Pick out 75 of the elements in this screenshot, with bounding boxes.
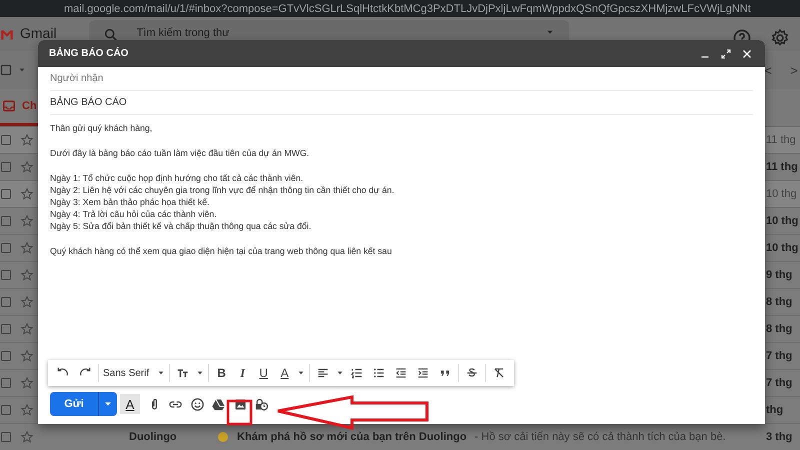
indent-more-icon[interactable]: [416, 366, 430, 380]
star-icon[interactable]: [20, 349, 34, 363]
font-dropdown[interactable]: Sans Serif: [103, 368, 166, 378]
app-name: Gmail: [20, 26, 57, 40]
checkbox-icon[interactable]: [0, 377, 12, 389]
checkbox-icon[interactable]: [0, 134, 12, 146]
close-icon[interactable]: [741, 48, 753, 60]
message-date: 10 thg: [766, 188, 798, 200]
checkbox-icon[interactable]: [0, 64, 12, 76]
checkbox-icon[interactable]: [0, 323, 12, 335]
body-text: Ngày 4: Trả lời câu hỏi của các thành viên.: [50, 208, 218, 220]
lock-clock-icon[interactable]: [254, 396, 269, 412]
subject-field[interactable]: BẢNG BÁO CÁO: [50, 91, 753, 115]
star-icon[interactable]: [20, 133, 34, 147]
italic-button[interactable]: I: [236, 366, 250, 380]
message-date: 11 thg: [766, 161, 799, 173]
send-options-button[interactable]: [98, 392, 116, 416]
star-icon[interactable]: [20, 322, 34, 336]
inbox-icon: [2, 99, 16, 113]
star-icon[interactable]: [20, 430, 34, 444]
checkbox-icon[interactable]: [0, 404, 12, 416]
search-icon[interactable]: [102, 27, 119, 43]
numbered-list-icon[interactable]: [350, 366, 364, 380]
checkbox-icon[interactable]: [0, 296, 12, 308]
message-date: 7 thg: [766, 350, 794, 362]
star-icon[interactable]: [20, 295, 34, 309]
emoji-icon[interactable]: [190, 396, 204, 412]
body-text: Ngày 2: Liên hệ với các chuyên gia trong lĩnh vực để nhận thông tin cần thiết cho dự án.: [50, 184, 396, 196]
message-date: 11 thg: [766, 134, 797, 146]
settings-icon[interactable]: [770, 28, 790, 48]
body-text: Quý khách hàng có thể xem qua giao diện hiện tại của trang web thông qua liên kết sau: [50, 245, 393, 257]
checkbox-icon[interactable]: [0, 242, 12, 254]
underline-button[interactable]: U: [257, 366, 270, 380]
message-date: 9 thg: [766, 269, 794, 281]
sender-name: Duolingo: [129, 431, 178, 443]
text-color-button[interactable]: A: [278, 366, 292, 380]
bold-button[interactable]: B: [215, 366, 228, 380]
checkbox-icon[interactable]: [0, 215, 12, 227]
message-date: thg: [766, 404, 784, 416]
checkbox-icon[interactable]: [0, 350, 12, 362]
message-date: 7 thg: [766, 377, 794, 389]
message-subject: Khám phá hồ sơ mới của bạn trên Duolingo: [237, 431, 467, 443]
triangle-logo-icon[interactable]: [211, 396, 226, 412]
checkbox-icon[interactable]: [0, 269, 12, 281]
emoji-icon: [217, 431, 229, 443]
formatting-options-button[interactable]: A: [120, 394, 140, 414]
message-date: 10 thg: [766, 242, 800, 254]
message-date: 3 thg: [766, 431, 794, 443]
bulleted-list-icon[interactable]: [372, 366, 386, 380]
message-date: 10 thg: [766, 215, 800, 227]
star-icon[interactable]: [20, 403, 34, 417]
star-icon[interactable]: [20, 376, 34, 390]
body-text: Ngày 3: Xem bản thảo phác họa thiết kế.: [50, 196, 210, 208]
body-text: Ngày 1: Tổ chức cuộc họp định hướng cho tất cả các thành viên.: [50, 172, 304, 184]
message-date: 8 thg: [766, 323, 794, 335]
body-text: Dưới đây là bảng báo cáo tuần làm việc đầu tiên của dự án MWG.: [50, 147, 310, 159]
star-icon[interactable]: [20, 160, 34, 174]
checkbox-icon[interactable]: [0, 161, 12, 173]
star-icon[interactable]: [20, 214, 34, 228]
highlight-frame: [226, 400, 252, 426]
clear-formatting-icon[interactable]: [492, 366, 506, 380]
compose-title: BẢNG BÁO CÁO: [49, 48, 128, 59]
star-icon[interactable]: [20, 268, 34, 282]
star-icon[interactable]: [20, 241, 34, 255]
star-icon[interactable]: [20, 187, 34, 201]
expand-icon[interactable]: [720, 48, 732, 60]
gmail-logo-icon: [0, 28, 14, 42]
align-icon[interactable]: [316, 366, 330, 380]
message-snippet: - Hồ sơ cải tiến này sẽ có cả thành tích của bạn bè.: [474, 431, 726, 443]
send-button[interactable]: Gửi: [50, 392, 98, 416]
checkbox-icon[interactable]: [0, 188, 12, 200]
message-date: 8 thg: [766, 296, 794, 308]
checkbox-icon[interactable]: [0, 431, 12, 443]
indent-less-icon[interactable]: [394, 366, 408, 380]
body-text: Ngày 5: Sửa đổi bản thiết kế và chấp thuận thông qua các sửa đổi.: [50, 220, 312, 232]
